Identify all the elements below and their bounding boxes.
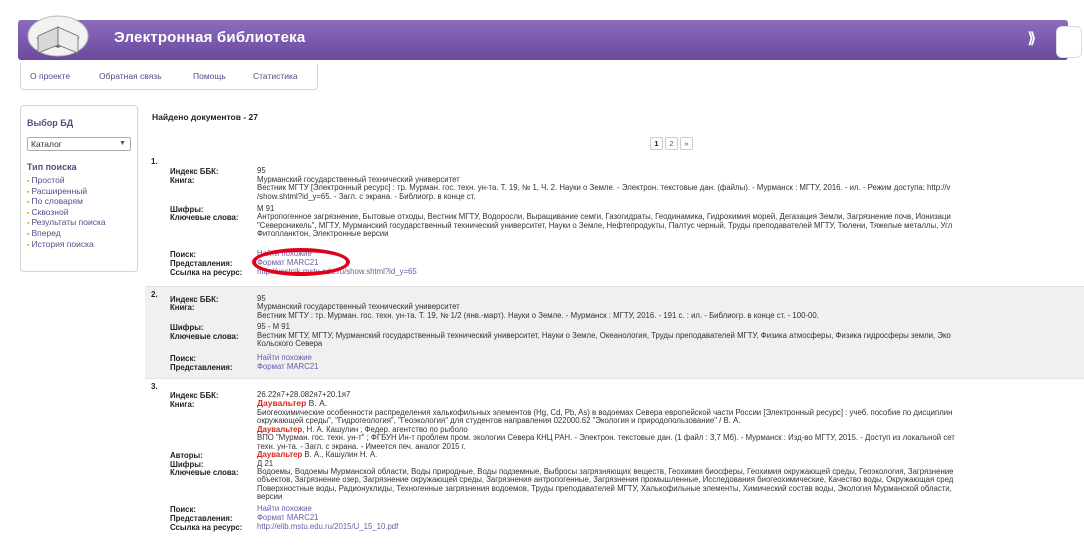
resource-link-label: Ссылка на ресурс:	[170, 268, 243, 277]
book-label: Книга:	[170, 176, 195, 185]
chevron-down-icon: ▼	[119, 140, 126, 147]
bbk-label: Индекс ББК:	[170, 167, 219, 176]
top-strip	[0, 0, 1084, 22]
keywords-label: Ключевые слова:	[170, 213, 239, 223]
site-title: Электронная библиотека	[114, 29, 306, 46]
keywords-line: Поверхностные воды, Радионуклиды, Техног…	[257, 483, 952, 493]
record-number: 3.	[151, 382, 158, 391]
search-type-dictionaries[interactable]: По словарям	[27, 196, 106, 207]
tab-stats[interactable]: Статистика	[253, 71, 298, 81]
view-label: Представления:	[170, 514, 233, 523]
top-tabs: О проекте Обратная связь Помощь Статисти…	[20, 63, 318, 90]
site-header: Электронная библиотека ⟫	[18, 15, 1082, 60]
book-logo-icon[interactable]	[26, 12, 90, 58]
search-type-through[interactable]: Сквозной	[27, 207, 106, 218]
resource-link-label: Ссылка на ресурс:	[170, 523, 243, 532]
view-label: Представления:	[170, 362, 233, 372]
result-record-3: 3. Индекс ББК: 26.22я7+28.082я7+20.1я7 К…	[145, 378, 1084, 548]
search-type-simple[interactable]: Простой	[27, 175, 106, 186]
found-count: Найдено документов - 27	[152, 112, 258, 122]
keywords-line: Фитопланктон, Электронные версии	[257, 229, 389, 239]
view-label: Представления:	[170, 259, 233, 268]
page-1[interactable]: 1	[650, 137, 663, 150]
record-number: 1.	[151, 157, 158, 166]
authors-tail: В. А., Кашулин Н. А.	[302, 450, 378, 459]
search-type-results[interactable]: Результаты поиска	[27, 217, 105, 228]
book-label: Книга:	[170, 303, 195, 313]
exit-icon[interactable]: ⟫	[1028, 29, 1036, 47]
keywords-line: Вестник МГТУ, МГТУ, Мурманский государст…	[257, 331, 951, 340]
header-side-box	[1056, 26, 1082, 58]
tab-about[interactable]: О проекте	[30, 71, 70, 81]
book-line: /show.shtml?id_y=65. - Загл. с экрана. -…	[257, 191, 476, 201]
authors-value: Даувальтер В. А., Кашулин Н. А.	[257, 450, 378, 459]
tab-help[interactable]: Помощь	[193, 71, 226, 81]
book-line: Вестник МГТУ : тр. Мурман. гос. техн. ун…	[257, 310, 819, 320]
page-2[interactable]: 2	[665, 137, 678, 150]
red-highlight-ellipse	[252, 248, 350, 276]
search-label: Поиск:	[170, 250, 196, 259]
result-record-2: 2. Индекс ББК: 95 Книга: Мурманский госу…	[145, 286, 1084, 379]
book-author-line: Даувальтер В. А.	[257, 398, 328, 408]
search-type-list: Простой Расширенный По словарям Сквозной…	[27, 175, 106, 250]
db-select-value: Каталог	[31, 139, 62, 149]
db-select[interactable]: Каталог ▼	[27, 137, 131, 151]
sidebar: Выбор БД Каталог ▼ Тип поиска Простой Ра…	[20, 105, 138, 272]
codes-label: Шифры:	[170, 323, 204, 332]
book-label: Книга:	[170, 400, 195, 409]
page-next[interactable]: »	[680, 137, 693, 150]
search-type-history[interactable]: История поиска	[27, 239, 106, 250]
db-choice-title: Выбор БД	[27, 118, 74, 128]
bbk-label: Индекс ББК:	[170, 391, 219, 400]
search-label: Поиск:	[170, 505, 196, 514]
resource-link[interactable]: http://elib.mstu.edu.ru/2015/U_15_10.pdf	[257, 522, 398, 531]
tab-feedback[interactable]: Обратная связь	[99, 71, 162, 81]
author-name: Даувальтер	[257, 398, 307, 408]
author-initials: В. А.	[306, 398, 328, 408]
keywords-label: Ключевые слова:	[170, 468, 239, 477]
keywords-line: версии	[257, 492, 283, 502]
search-type-title: Тип поиска	[27, 162, 77, 172]
keywords-label: Ключевые слова:	[170, 332, 239, 341]
marc21-link[interactable]: Формат MARC21	[257, 362, 319, 371]
record-number: 2.	[151, 290, 158, 299]
author-name: Даувальтер	[257, 450, 303, 459]
keywords-line: Кольского Севера	[257, 339, 323, 349]
search-type-forward[interactable]: Вперед	[27, 228, 106, 239]
search-type-advanced[interactable]: Расширенный	[27, 186, 106, 197]
